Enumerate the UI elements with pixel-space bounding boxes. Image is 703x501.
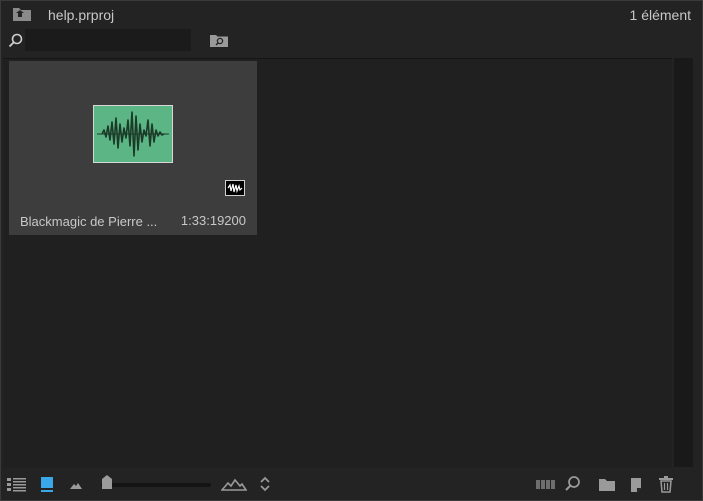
vertical-scrollbar[interactable] [674,58,693,467]
search-row [1,29,702,55]
item-count: 1 élément [629,7,691,23]
sort-icon [260,476,270,492]
zoom-in-icon [220,478,248,491]
new-item-icon [631,478,641,492]
search-input[interactable] [25,29,191,51]
audio-badge [225,180,245,196]
find-icon [565,476,580,491]
project-panel: help.prproj 1 élément Blackmagic de Pier… [0,0,703,501]
clip-duration: 1:33:19200 [180,213,246,228]
panel-footer [1,469,702,500]
project-title: help.prproj [48,7,115,23]
zoom-in-button[interactable] [220,474,248,494]
new-bin-icon [599,479,615,491]
zoom-out-icon [70,483,82,489]
zoom-out-button[interactable] [68,474,86,494]
list-view-icon [7,478,26,492]
new-bin-button[interactable] [597,474,617,494]
bin-content-area[interactable]: Blackmagic de Pierre ... 1:33:19200 [3,58,672,468]
clip-name: Blackmagic de Pierre ... [20,214,158,229]
up-folder-icon [13,8,31,21]
zoom-slider-track[interactable] [101,483,211,487]
panel-header: help.prproj 1 élément [1,1,702,29]
list-view-button[interactable] [6,474,28,494]
clip-thumbnail [93,105,173,163]
icon-view-icon [41,477,53,492]
icon-view-button[interactable] [39,474,57,494]
sort-button[interactable] [257,474,273,494]
waveform-icon [97,111,169,157]
clip-tile[interactable]: Blackmagic de Pierre ... 1:33:19200 [9,61,257,235]
search-icon[interactable] [7,32,25,50]
new-search-bin-button[interactable] [209,32,229,48]
up-folder-button[interactable] [12,6,32,22]
audio-badge-icon [227,183,243,194]
trash-icon [659,476,673,493]
clear-button[interactable] [657,474,675,494]
automate-to-sequence-icon [536,480,555,489]
bin-search-icon [210,35,228,47]
zoom-slider-thumb[interactable] [101,474,113,490]
automate-to-sequence-button[interactable] [535,474,557,494]
find-button[interactable] [564,474,582,494]
new-item-button[interactable] [627,474,645,494]
